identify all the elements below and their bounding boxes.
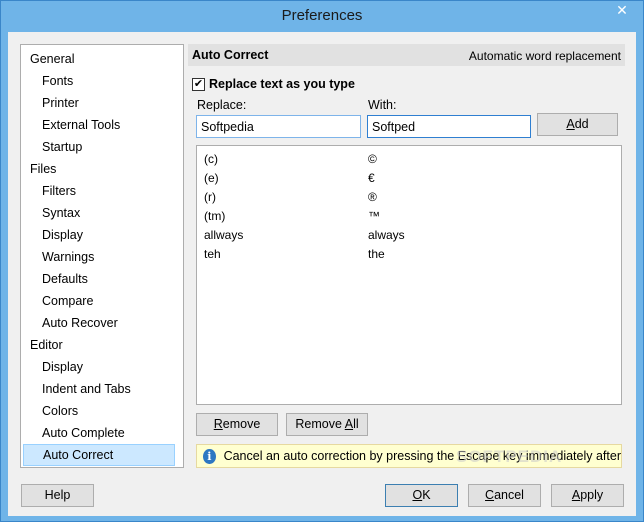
replace-input[interactable]: [196, 115, 361, 138]
table-row[interactable]: (c) ©: [197, 150, 621, 169]
ok-mnemonic: O: [412, 488, 423, 502]
with-cell: ©: [368, 152, 377, 166]
apply-mnemonic: A: [571, 488, 581, 502]
table-row[interactable]: (e) €: [197, 169, 621, 188]
with-label: With:: [368, 98, 397, 112]
table-row[interactable]: (r) ®: [197, 188, 621, 207]
panel-title: Auto Correct: [192, 48, 269, 62]
remove-button[interactable]: Remove: [196, 413, 278, 436]
remove-all-button[interactable]: Remove All: [286, 413, 368, 436]
with-input[interactable]: [367, 115, 531, 138]
table-row[interactable]: teh the: [197, 245, 621, 264]
sidebar-item-defaults[interactable]: Defaults: [23, 268, 175, 290]
cancel-label-rest: ancel: [494, 488, 524, 502]
sidebar-item-warnings[interactable]: Warnings: [23, 246, 175, 268]
remove-all-label-rest: ll: [353, 417, 359, 431]
apply-label-rest: pply: [580, 488, 604, 502]
replace-label: Replace:: [197, 98, 247, 112]
replace-cell: allways: [204, 228, 244, 242]
remove-label-rest: emove: [222, 417, 261, 431]
category-tree[interactable]: General Fonts Printer External Tools Startup…: [20, 44, 184, 468]
sidebar-item-startup[interactable]: Startup: [23, 136, 175, 158]
cancel-mnemonic: C: [485, 488, 495, 502]
replace-as-you-type-checkbox[interactable]: ✔: [192, 77, 205, 91]
sidebar-item-printer[interactable]: Printer: [23, 92, 175, 114]
sidebar-item-indent-and-tabs[interactable]: Indent and Tabs: [23, 378, 175, 400]
with-cell: the: [368, 247, 385, 261]
add-label-rest: dd: [574, 117, 589, 131]
replace-as-you-type-label: Replace text as you type: [209, 77, 355, 91]
sidebar-item-external-tools[interactable]: External Tools: [23, 114, 175, 136]
replace-cell: (r): [204, 190, 216, 204]
replace-cell: (c): [204, 152, 218, 166]
sidebar-item-general[interactable]: General: [23, 48, 175, 70]
sidebar-item-display[interactable]: Display: [23, 356, 175, 378]
remove-mnemonic: R: [213, 417, 223, 431]
sidebar-item-syntax[interactable]: Syntax: [23, 202, 175, 224]
sidebar-item-compare[interactable]: Compare: [23, 290, 175, 312]
sidebar-item-colors[interactable]: Colors: [23, 400, 175, 422]
remove-all-label-prefix: Remove: [295, 417, 345, 431]
add-mnemonic: A: [566, 117, 575, 131]
replace-cell: (tm): [204, 209, 226, 223]
title-bar[interactable]: Preferences ✕: [1, 1, 643, 32]
sidebar-item-editor[interactable]: Editor: [23, 334, 175, 356]
help-button[interactable]: Help: [21, 484, 94, 507]
sidebar-item-fonts[interactable]: Fonts: [23, 70, 175, 92]
add-button[interactable]: Add: [537, 113, 618, 136]
sidebar-item-files[interactable]: Files: [23, 158, 175, 180]
with-cell: always: [368, 228, 405, 242]
with-cell: ®: [368, 190, 377, 204]
watermark: SOFTPEDIA: [456, 447, 563, 466]
dialog-body: General Fonts Printer External Tools Startup…: [8, 32, 636, 516]
cancel-button[interactable]: Cancel: [468, 484, 541, 507]
sidebar-item-auto-recover[interactable]: Auto Recover: [23, 312, 175, 334]
apply-button[interactable]: Apply: [551, 484, 624, 507]
sidebar-item-auto-correct[interactable]: Auto Correct: [23, 444, 175, 466]
table-row[interactable]: (tm) ™: [197, 207, 621, 226]
sidebar-item-auto-complete[interactable]: Auto Complete: [23, 422, 175, 444]
info-icon: i: [203, 448, 216, 464]
preferences-window: Preferences ✕ General Fonts Printer Externa…: [0, 0, 644, 522]
table-row[interactable]: allways always: [197, 226, 621, 245]
ok-button[interactable]: OK: [385, 484, 458, 507]
sidebar-item-display[interactable]: Display: [23, 224, 175, 246]
ok-label-rest: K: [422, 488, 431, 502]
with-cell: €: [368, 171, 375, 185]
sidebar-item-filters[interactable]: Filters: [23, 180, 175, 202]
replace-cell: teh: [204, 247, 221, 261]
panel-subtitle: Automatic word replacement: [468, 49, 621, 63]
replacement-list[interactable]: (c) © (e) € (r) ® (tm) ™ allways always teh the: [196, 145, 622, 405]
with-cell: ™: [368, 209, 380, 223]
replace-as-you-type-option[interactable]: ✔ Replace text as you type: [192, 76, 355, 92]
close-icon[interactable]: ✕: [607, 1, 637, 21]
remove-all-mnemonic: A: [344, 417, 354, 431]
panel-header: Auto Correct Automatic word replacement: [188, 44, 625, 66]
window-title: Preferences: [281, 7, 363, 24]
replace-cell: (e): [204, 171, 219, 185]
